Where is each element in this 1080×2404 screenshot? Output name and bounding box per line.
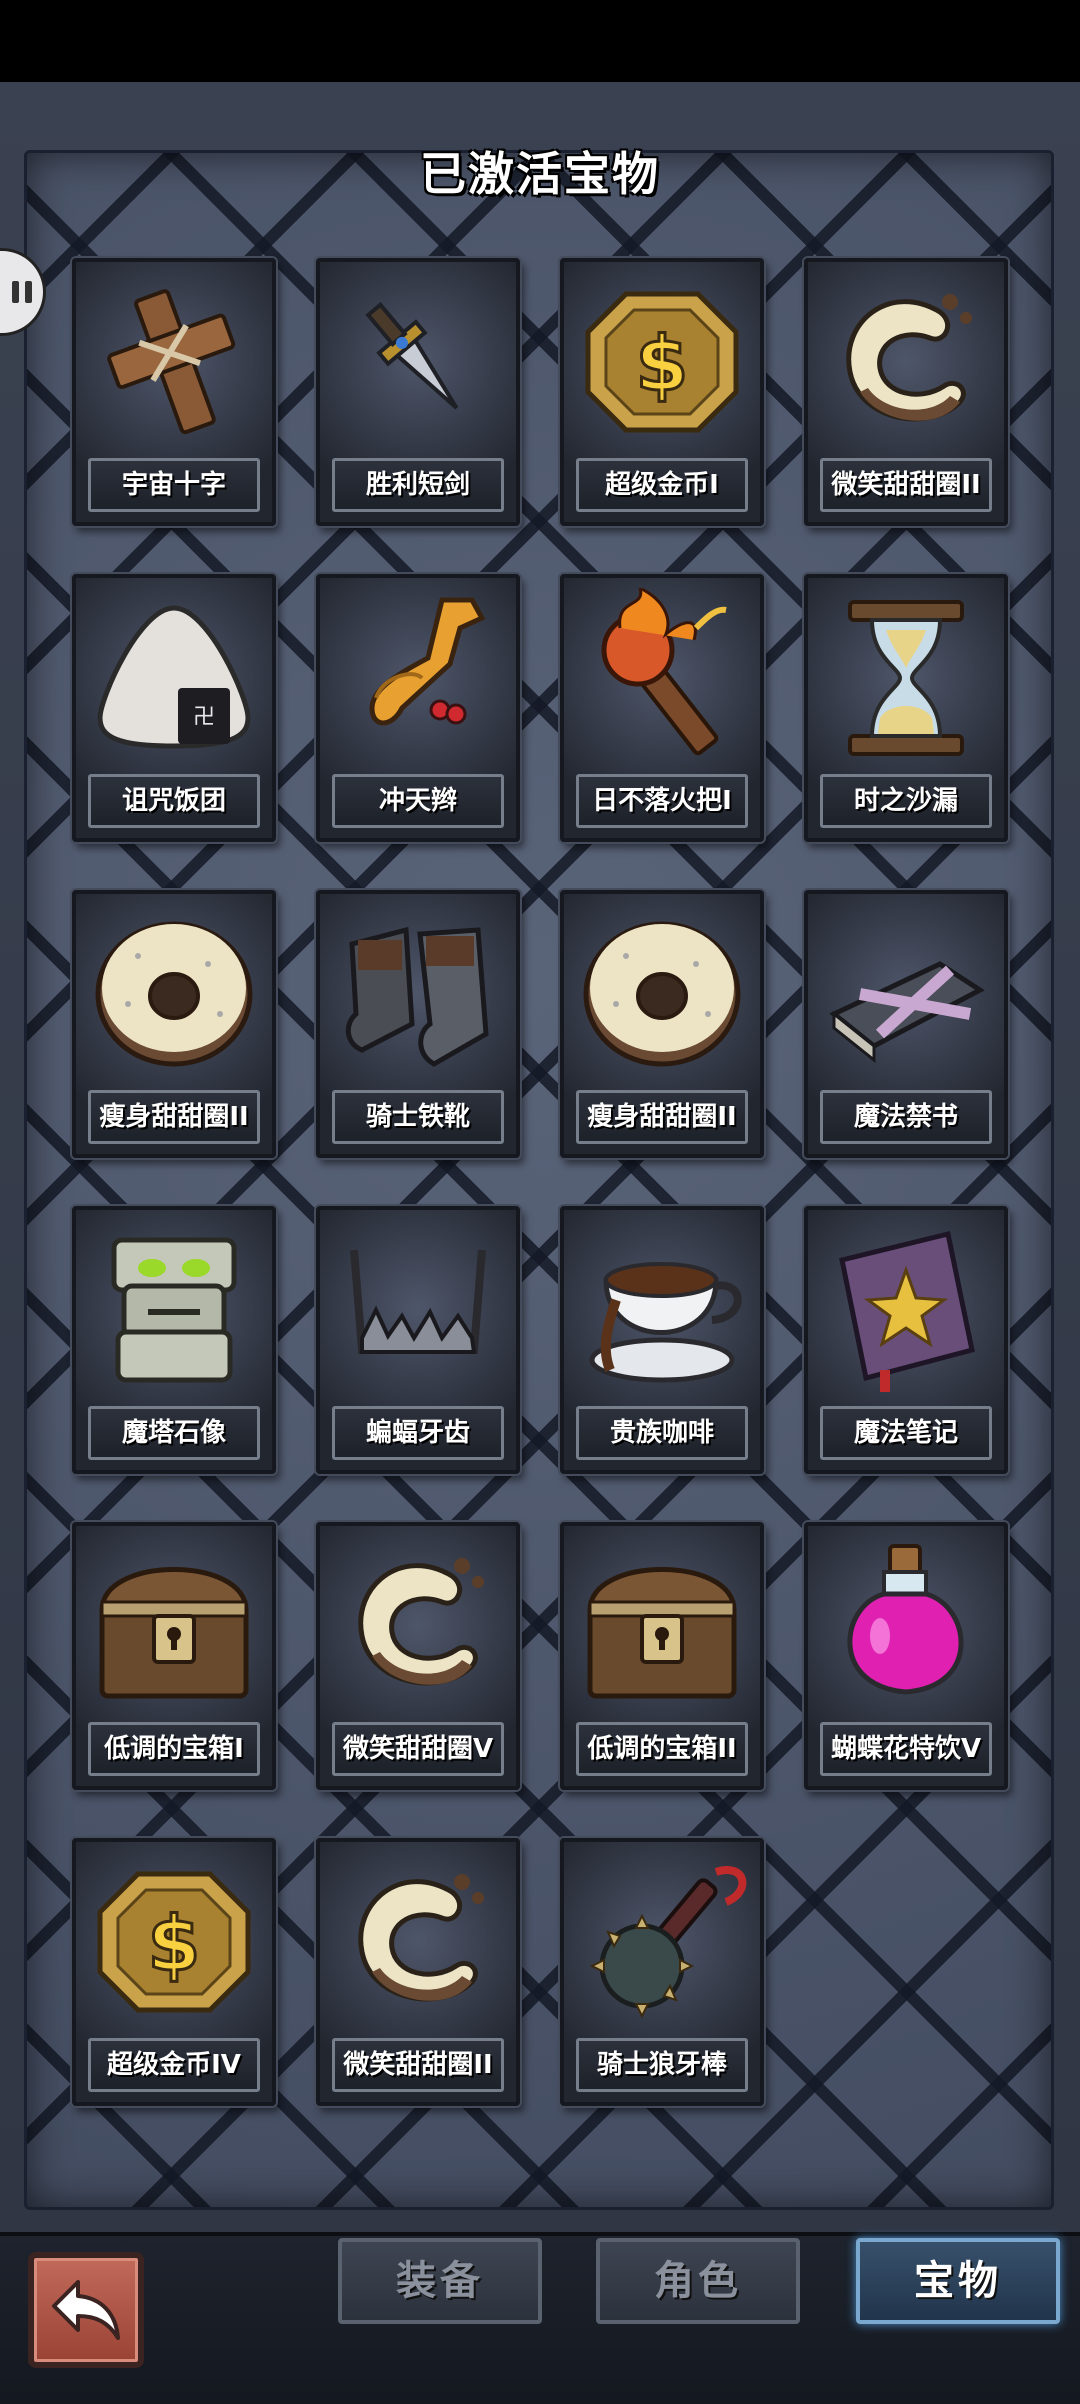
treasure-name: 魔法笔记	[820, 1406, 992, 1460]
treasure-card[interactable]: $ 超级金币IV	[72, 1838, 276, 2106]
treasure-card[interactable]: 微笑甜甜圈V	[316, 1522, 520, 1790]
treasure-card[interactable]: 贵族咖啡	[560, 1206, 764, 1474]
treasure-name: 日不落火把I	[576, 774, 748, 828]
treasure-chest-icon	[99, 1567, 249, 1699]
treasure-name: 低调的宝箱II	[576, 1722, 748, 1776]
treasure-name: 低调的宝箱I	[88, 1722, 260, 1776]
hourglass-icon	[848, 600, 964, 756]
crescent-donut-icon	[846, 294, 972, 422]
treasure-card[interactable]: 低调的宝箱I	[72, 1522, 276, 1790]
bat-teeth-icon	[350, 1249, 486, 1354]
donut-icon	[583, 921, 741, 1067]
treasure-card[interactable]: 蝙蝠牙齿	[316, 1206, 520, 1474]
treasure-card[interactable]: 骑士狼牙棒	[560, 1838, 764, 2106]
spiked-mace-icon	[589, 1866, 747, 2019]
treasure-card[interactable]: 骑士铁靴	[316, 890, 520, 1158]
tab-character[interactable]: 角色	[596, 2238, 800, 2324]
svg-text:$: $	[148, 1899, 201, 1988]
treasure-name: 超级金币I	[576, 458, 748, 512]
page-title: 已激活宝物	[420, 147, 660, 201]
treasure-chest-icon	[587, 1567, 737, 1699]
treasure-card[interactable]: 日不落火把I	[560, 574, 764, 842]
rice-ball-icon: 卍	[97, 605, 251, 749]
wooden-cross-icon	[107, 289, 236, 435]
treasure-name: 微笑甜甜圈II	[332, 2038, 504, 2092]
treasure-card[interactable]: 微笑甜甜圈II	[316, 1838, 520, 2106]
treasure-card[interactable]: 时之沙漏	[804, 574, 1008, 842]
back-arrow-icon	[52, 2280, 120, 2340]
treasure-card[interactable]: 瘦身甜甜圈II	[560, 890, 764, 1158]
treasure-card[interactable]: 冲天辫	[316, 574, 520, 842]
crescent-donut-icon	[358, 1558, 484, 1686]
treasure-name: 时之沙漏	[820, 774, 992, 828]
treasure-card[interactable]: 蝴蝶花特饮V	[804, 1522, 1008, 1790]
tab-equipment[interactable]: 装备	[338, 2238, 542, 2324]
treasure-name: 冲天辫	[332, 774, 504, 828]
stone-totem-icon	[111, 1237, 237, 1383]
treasure-name: 胜利短剑	[332, 458, 504, 512]
gold-coin-icon: $	[97, 1871, 251, 2013]
treasure-name: 超级金币IV	[88, 2038, 260, 2092]
treasure-name: 微笑甜甜圈II	[820, 458, 992, 512]
dagger-icon	[365, 301, 459, 410]
gold-coin-icon: $	[585, 291, 739, 433]
treasure-name: 蝴蝶花特饮V	[820, 1722, 992, 1776]
coffee-cup-icon	[589, 1262, 742, 1383]
treasure-name: 魔法禁书	[820, 1090, 992, 1144]
iron-boots-icon	[345, 926, 489, 1067]
treasure-card[interactable]: 魔法笔记	[804, 1206, 1008, 1474]
treasure-name: 贵族咖啡	[576, 1406, 748, 1460]
status-bar	[0, 0, 1080, 82]
treasure-name: 微笑甜甜圈V	[332, 1722, 504, 1776]
pause-icon	[12, 281, 32, 303]
treasure-card[interactable]: 瘦身甜甜圈II	[72, 890, 276, 1158]
treasure-name: 魔塔石像	[88, 1406, 260, 1460]
treasure-card[interactable]: 胜利短剑	[316, 258, 520, 526]
treasure-card[interactable]: 低调的宝箱II	[560, 1522, 764, 1790]
treasure-name: 骑士狼牙棒	[576, 2038, 748, 2092]
treasure-name: 瘦身甜甜圈II	[88, 1090, 260, 1144]
crescent-donut-icon	[358, 1874, 484, 2002]
treasure-name: 瘦身甜甜圈II	[576, 1090, 748, 1144]
treasure-name: 蝙蝠牙齿	[332, 1406, 504, 1460]
treasure-name: 骑士铁靴	[332, 1090, 504, 1144]
treasure-card[interactable]: 魔法禁书	[804, 890, 1008, 1158]
donut-icon	[95, 921, 253, 1067]
treasure-card[interactable]: 微笑甜甜圈II	[804, 258, 1008, 526]
treasure-card[interactable]: 卍诅咒饭团	[72, 574, 276, 842]
torch-icon	[601, 588, 727, 756]
potion-bottle-icon	[847, 1544, 964, 1695]
treasure-card[interactable]: 宇宙十字	[72, 258, 276, 526]
tab-treasure[interactable]: 宝物	[856, 2238, 1060, 2324]
treasure-card[interactable]: 魔塔石像	[72, 1206, 276, 1474]
back-button[interactable]	[28, 2252, 144, 2368]
svg-text:卍: 卍	[193, 705, 215, 730]
hair-tail-icon	[369, 597, 486, 726]
svg-text:$: $	[636, 319, 689, 408]
sealed-book-icon	[829, 961, 985, 1064]
treasure-name: 诅咒饭团	[88, 774, 260, 828]
treasure-card[interactable]: $ 超级金币I	[560, 258, 764, 526]
magic-notebook-icon	[839, 1230, 975, 1392]
treasure-name: 宇宙十字	[88, 458, 260, 512]
